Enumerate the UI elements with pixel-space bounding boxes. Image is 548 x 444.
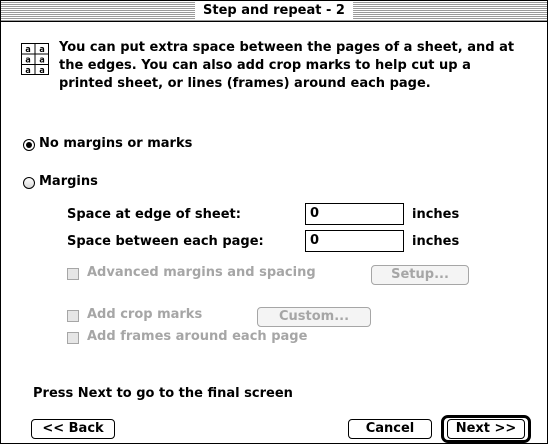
frames-checkbox[interactable] bbox=[67, 332, 79, 344]
advanced-margins-checkbox[interactable] bbox=[67, 268, 79, 280]
title-bar[interactable]: Step and repeat - 2 bbox=[1, 1, 547, 22]
svg-text:a: a bbox=[25, 66, 30, 75]
no-margins-label[interactable]: No margins or marks bbox=[39, 136, 192, 151]
edge-space-unit: inches bbox=[412, 207, 460, 222]
setup-button[interactable]: Setup... bbox=[371, 265, 469, 285]
between-space-field[interactable]: 0 bbox=[305, 230, 404, 252]
edge-space-label: Space at edge of sheet: bbox=[67, 207, 241, 222]
between-space-label: Space between each page: bbox=[67, 234, 264, 249]
svg-text:a: a bbox=[25, 45, 30, 55]
frames-label[interactable]: Add frames around each page bbox=[87, 329, 307, 344]
svg-text:a: a bbox=[39, 56, 44, 66]
margins-label[interactable]: Margins bbox=[39, 174, 98, 189]
svg-text:a: a bbox=[39, 45, 44, 55]
margins-radio[interactable] bbox=[23, 177, 35, 189]
window-title: Step and repeat - 2 bbox=[195, 2, 353, 20]
advanced-margins-label[interactable]: Advanced margins and spacing bbox=[87, 265, 316, 280]
no-margins-radio[interactable] bbox=[23, 139, 35, 151]
crop-marks-checkbox[interactable] bbox=[67, 310, 79, 322]
intro-text: You can put extra space between the page… bbox=[59, 40, 515, 91]
svg-text:a: a bbox=[39, 66, 44, 75]
custom-button[interactable]: Custom... bbox=[257, 307, 371, 327]
crop-marks-label[interactable]: Add crop marks bbox=[87, 307, 202, 322]
between-space-unit: inches bbox=[412, 234, 460, 249]
edge-space-field[interactable]: 0 bbox=[305, 203, 404, 225]
back-button[interactable]: << Back bbox=[31, 419, 115, 439]
cancel-button[interactable]: Cancel bbox=[348, 419, 432, 439]
dialog-window: Step and repeat - 2 aa aa aa You can put… bbox=[0, 0, 548, 444]
page-grid-icon: aa aa aa bbox=[21, 43, 49, 75]
next-button[interactable]: Next >> bbox=[447, 419, 525, 439]
footer-hint: Press Next to go to the final screen bbox=[33, 386, 293, 401]
svg-text:a: a bbox=[25, 56, 30, 66]
